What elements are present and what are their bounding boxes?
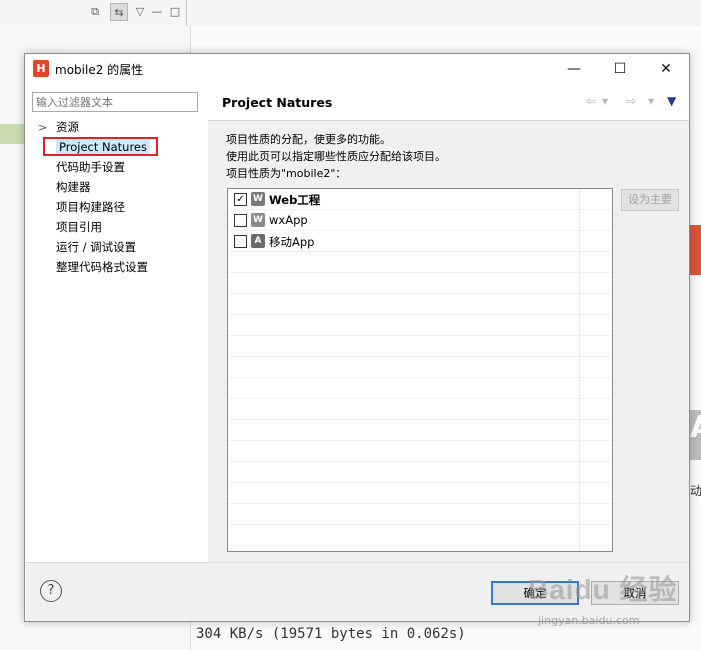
forward-menu-icon[interactable]: ▾ [648,94,654,108]
expand-arrow-icon[interactable]: > [38,121,47,134]
tree-item-code-assist[interactable]: 代码助手设置 [56,158,125,176]
nature-label: 移动App [269,235,315,249]
view-menu-icon[interactable]: ▼ [667,94,676,108]
empty-row [228,273,612,294]
close-button[interactable]: ✕ [643,54,689,84]
dialog-title: mobile2 的属性 [55,63,144,77]
mobile-app-nature-icon: A [251,234,265,248]
editor-text-fragment: 动 [690,484,701,498]
link-editor-icon[interactable]: ⇆ [110,3,128,21]
tree-item-formatter[interactable]: 整理代码格式设置 [56,258,148,276]
empty-row [228,504,612,525]
empty-row [228,462,612,483]
tree-item-builders[interactable]: 构建器 [56,178,91,196]
maximize-view-icon[interactable]: □ [166,3,184,21]
maximize-button[interactable]: ☐ [597,54,643,84]
highlighted-row [0,124,24,144]
empty-row [228,336,612,357]
red-highlight-frame [43,137,158,156]
editor-image-fragment-gray: A [690,410,701,460]
tree-item-project-references[interactable]: 项目引用 [56,218,102,236]
tree-item-run-debug[interactable]: 运行 / 调试设置 [56,238,136,256]
minimize-view-icon[interactable]: — [148,3,166,21]
empty-row [228,525,612,546]
empty-row [228,378,612,399]
minimize-button[interactable]: — [551,54,597,84]
forward-arrow-icon[interactable]: ⇨ [626,94,636,108]
nature-row-wxapp[interactable]: W wxApp [228,210,612,231]
filter-input[interactable] [32,92,198,112]
wxapp-nature-icon: W [251,213,265,227]
baidu-watermark-url: jingyan.baidu.com [538,614,640,627]
dialog-titlebar[interactable]: H mobile2 的属性 — ☐ ✕ [25,54,689,84]
help-icon[interactable]: ? [40,580,62,602]
set-primary-button[interactable]: 设为主要 [621,189,679,211]
page-header: Project Natures ⇦ ▾ ⇨ ▾ ▼ [208,85,689,121]
checkbox-checked[interactable]: ✓ [234,193,247,206]
back-arrow-icon[interactable]: ⇦ [586,94,596,108]
page-title: Project Natures [222,95,333,110]
ide-toolbar: ⧉ ⇆ ▽ — □ [0,0,701,27]
nature-label: wxApp [269,213,308,227]
description-line-1: 项目性质的分配，使更多的功能。 [226,133,391,146]
empty-row [228,294,612,315]
properties-dialog: H mobile2 的属性 — ☐ ✕ > 资源 Project Natures… [24,53,690,622]
baidu-watermark: Baidu 经验 [528,574,678,605]
restore-icon[interactable]: ⧉ [86,3,104,21]
hbuilder-app-icon: H [33,60,49,77]
nature-row-web[interactable]: ✓ W Web工程 [228,189,612,210]
checkbox[interactable] [234,235,247,248]
nature-label: Web工程 [269,193,321,207]
empty-row [228,441,612,462]
console-output: 304 KB/s (19571 bytes in 0.062s) [196,626,466,642]
natures-for-label: 项目性质为"mobile2"： [226,167,347,180]
page-content-pane: Project Natures ⇦ ▾ ⇨ ▾ ▼ 项目性质的分配，使更多的功能… [208,85,689,562]
category-tree-pane: > 资源 Project Natures 代码助手设置 构建器 项目构建路径 项… [26,85,209,562]
editor-image-fragment [690,225,701,275]
back-menu-icon[interactable]: ▾ [602,94,608,108]
nature-row-mobile-app[interactable]: A 移动App [228,231,612,252]
empty-row [228,420,612,441]
empty-row [228,315,612,336]
description-line-2: 使用此页可以指定哪些性质应分配给该项目。 [226,150,446,163]
checkbox[interactable] [234,214,247,227]
tree-item-build-path[interactable]: 项目构建路径 [56,198,125,216]
empty-row [228,483,612,504]
natures-list: ✓ W Web工程 W wxApp A 移动App [227,188,613,552]
tree-item-resources[interactable]: 资源 [56,118,79,136]
empty-row [228,357,612,378]
web-nature-icon: W [251,192,265,206]
empty-row [228,252,612,273]
empty-row [228,399,612,420]
view-menu-icon[interactable]: ▽ [131,3,149,21]
toolbar-divider [186,0,187,26]
